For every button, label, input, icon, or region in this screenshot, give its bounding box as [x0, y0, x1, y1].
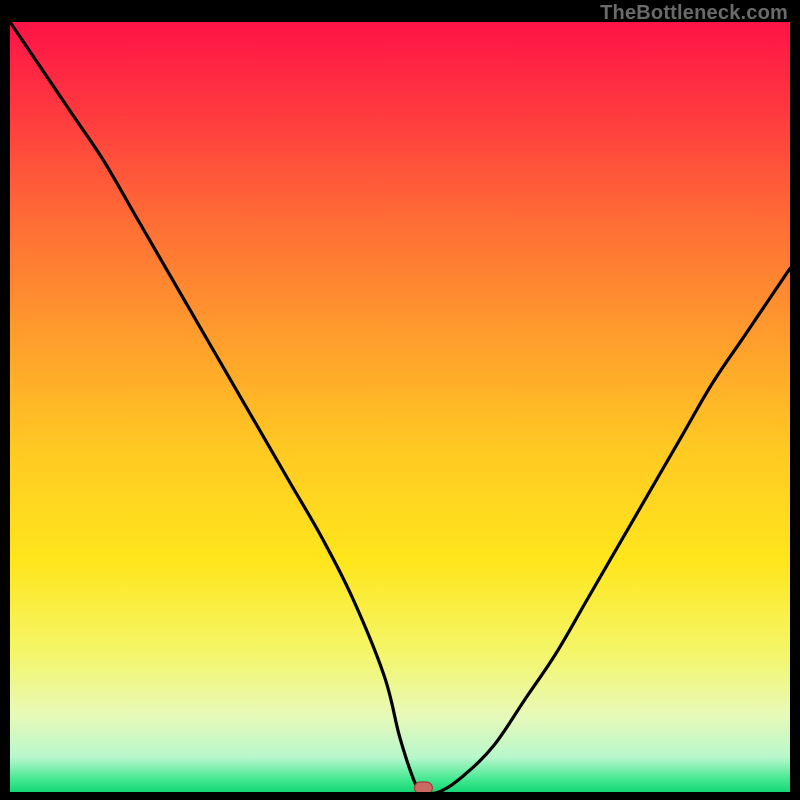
chart-frame: TheBottleneck.com [0, 0, 800, 800]
bottleneck-plot [10, 22, 790, 792]
optimal-point-marker [414, 782, 432, 792]
heat-gradient-background [10, 22, 790, 792]
watermark-text: TheBottleneck.com [600, 2, 788, 25]
